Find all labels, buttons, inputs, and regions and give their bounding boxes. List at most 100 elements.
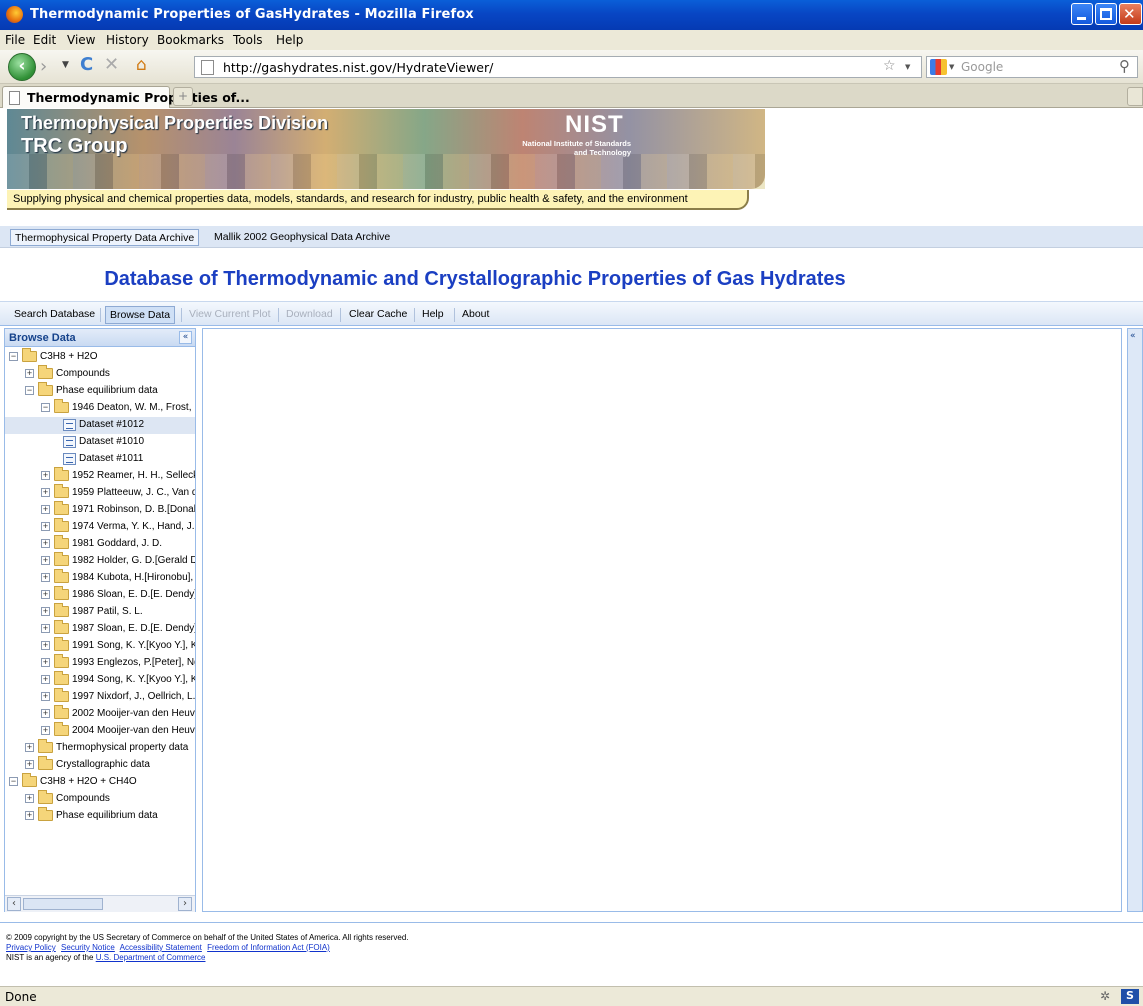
tab-mallik-archive[interactable]: Mallik 2002 Geophysical Data Archive	[210, 229, 394, 246]
expand-toggle-icon[interactable]: +	[41, 522, 50, 531]
tree-folder-item[interactable]: +1959 Platteeuw, J. C., Van der	[5, 484, 195, 502]
expand-toggle-icon[interactable]: +	[41, 692, 50, 701]
privacy-policy-link[interactable]: Privacy Policy	[6, 943, 56, 952]
expand-toggle-icon[interactable]: +	[41, 590, 50, 599]
bookmark-star-icon[interactable]: ☆	[883, 58, 896, 74]
about-button[interactable]: About	[458, 306, 493, 324]
expand-toggle-icon[interactable]: +	[25, 794, 34, 803]
expand-toggle-icon[interactable]: +	[25, 743, 34, 752]
tab-list-button[interactable]	[1127, 87, 1143, 106]
expand-toggle-icon[interactable]: +	[25, 369, 34, 378]
tree-folder-item[interactable]: +1986 Sloan, E. D.[E. Dendy],	[5, 586, 195, 604]
browse-data-button[interactable]: Browse Data	[105, 306, 176, 324]
help-button[interactable]: Help	[418, 306, 448, 324]
expand-toggle-icon[interactable]: +	[25, 811, 34, 820]
menu-view[interactable]: View	[67, 33, 95, 47]
menu-bookmarks[interactable]: Bookmarks	[157, 33, 224, 47]
foia-link[interactable]: Freedom of Information Act (FOIA)	[207, 943, 330, 952]
new-tab-button[interactable]: +	[173, 87, 193, 106]
expand-panel-icon[interactable]: «	[1130, 331, 1136, 341]
expand-toggle-icon[interactable]: +	[41, 675, 50, 684]
engine-dropdown-icon[interactable]: ▼	[949, 63, 954, 71]
tree-folder-item[interactable]: +1994 Song, K. Y.[Kyoo Y.], K	[5, 671, 195, 689]
stop-button[interactable]: ✕	[104, 54, 119, 75]
forward-button[interactable]: ›	[40, 56, 47, 77]
scroll-left-icon[interactable]: ‹	[7, 897, 21, 911]
tab-active[interactable]: Thermodynamic Properties of...	[2, 86, 250, 109]
tree-dataset-item[interactable]: Dataset #1011	[5, 451, 195, 468]
tree-folder-item[interactable]: +1952 Reamer, H. H., Selleck, F	[5, 467, 195, 485]
tree-folder-item[interactable]: + Phase equilibrium data	[5, 807, 195, 825]
clear-cache-button[interactable]: Clear Cache	[345, 306, 411, 324]
nist-logo[interactable]: NIST	[565, 111, 624, 139]
collapse-toggle-icon[interactable]: −	[25, 386, 34, 395]
tree-folder-item[interactable]: − C3H8 + H2O + CH4O	[5, 773, 195, 791]
tree-folder-item[interactable]: +1971 Robinson, D. B.[Donald	[5, 501, 195, 519]
tree-folder-item[interactable]: +1982 Holder, G. D.[Gerald D.]	[5, 552, 195, 570]
menu-history[interactable]: History	[106, 33, 149, 47]
tree-dataset-item[interactable]: Dataset #1012	[5, 417, 195, 434]
tree-folder-item[interactable]: + Crystallographic data	[5, 756, 195, 774]
menu-tools[interactable]: Tools	[233, 33, 263, 47]
tree-folder-item[interactable]: + Compounds	[5, 365, 195, 383]
expand-toggle-icon[interactable]: +	[41, 573, 50, 582]
accessibility-statement-link[interactable]: Accessibility Statement	[120, 943, 202, 952]
url-bar[interactable]: http://gashydrates.nist.gov/HydrateViewe…	[194, 56, 922, 78]
collapse-toggle-icon[interactable]: −	[9, 777, 18, 786]
security-notice-link[interactable]: Security Notice	[61, 943, 115, 952]
expand-toggle-icon[interactable]: +	[41, 539, 50, 548]
expand-toggle-icon[interactable]: +	[41, 624, 50, 633]
tree-folder-item[interactable]: − C3H8 + H2O	[5, 348, 195, 366]
view-current-plot-button[interactable]: View Current Plot	[185, 306, 275, 324]
search-box[interactable]: ▼ Google ⚲	[926, 56, 1138, 78]
expand-toggle-icon[interactable]: +	[41, 658, 50, 667]
horizontal-scrollbar[interactable]: ‹ ›	[5, 895, 195, 912]
scroll-right-icon[interactable]: ›	[178, 897, 192, 911]
history-dropdown-icon[interactable]: ▼	[62, 60, 69, 70]
commerce-link[interactable]: U.S. Department of Commerce	[96, 953, 206, 962]
collapse-toggle-icon[interactable]: −	[41, 403, 50, 412]
tree-folder-item[interactable]: +1984 Kubota, H.[Hironobu], S	[5, 569, 195, 587]
home-button[interactable]: ⌂	[136, 55, 147, 75]
expand-toggle-icon[interactable]: +	[41, 641, 50, 650]
google-engine-icon[interactable]	[930, 59, 947, 75]
expand-toggle-icon[interactable]: +	[41, 556, 50, 565]
collapse-toggle-icon[interactable]: −	[9, 352, 18, 361]
expand-toggle-icon[interactable]: +	[41, 709, 50, 718]
tree-folder-item[interactable]: − Phase equilibrium data	[5, 382, 195, 400]
tree-folder-item[interactable]: +2004 Mooijer-van den Heuvel	[5, 722, 195, 740]
tree-folder-item[interactable]: +1993 Englezos, P.[Peter], Ngan	[5, 654, 195, 672]
tree-folder-item[interactable]: +1997 Nixdorf, J., Oellrich, L. R	[5, 688, 195, 706]
tree-folder-item[interactable]: +1987 Patil, S. L.	[5, 603, 195, 621]
expand-toggle-icon[interactable]: +	[41, 471, 50, 480]
download-button[interactable]: Download	[282, 306, 337, 324]
tree-folder-item[interactable]: +1981 Goddard, J. D.	[5, 535, 195, 553]
tree-folder-item[interactable]: +2002 Mooijer-van den Heuvel	[5, 705, 195, 723]
menu-file[interactable]: File	[5, 33, 25, 47]
addon-s-icon[interactable]: S	[1121, 989, 1139, 1004]
expand-toggle-icon[interactable]: +	[41, 505, 50, 514]
scroll-thumb[interactable]	[23, 898, 103, 910]
expand-toggle-icon[interactable]: +	[41, 607, 50, 616]
back-button[interactable]: ‹	[8, 53, 36, 81]
expand-toggle-icon[interactable]: +	[25, 760, 34, 769]
maximize-button[interactable]	[1095, 3, 1117, 25]
tree-dataset-item[interactable]: Dataset #1010	[5, 434, 195, 451]
tree-folder-item[interactable]: +1974 Verma, Y. K., Hand, J. H	[5, 518, 195, 536]
minimize-button[interactable]	[1071, 3, 1093, 25]
close-button[interactable]: ✕	[1119, 3, 1142, 25]
right-collapsed-panel[interactable]: «	[1127, 328, 1143, 912]
menu-help[interactable]: Help	[276, 33, 303, 47]
tree-folder-item[interactable]: +1991 Song, K. Y.[Kyoo Y.], K	[5, 637, 195, 655]
search-database-button[interactable]: Search Database	[10, 306, 99, 324]
collapse-panel-button[interactable]: «	[179, 331, 192, 344]
tab-thermophysical-archive[interactable]: Thermophysical Property Data Archive	[10, 229, 200, 246]
search-magnifier-icon[interactable]: ⚲	[1119, 57, 1130, 75]
url-dropdown-icon[interactable]: ▼	[905, 63, 910, 71]
menu-edit[interactable]: Edit	[33, 33, 56, 47]
expand-toggle-icon[interactable]: +	[41, 488, 50, 497]
tree-folder-item[interactable]: + Thermophysical property data	[5, 739, 195, 757]
tree-folder-item[interactable]: − 1946 Deaton, W. M., Frost, E	[5, 399, 195, 417]
tree-folder-item[interactable]: +1987 Sloan, E. D.[E. Dendy],	[5, 620, 195, 638]
expand-toggle-icon[interactable]: +	[41, 726, 50, 735]
